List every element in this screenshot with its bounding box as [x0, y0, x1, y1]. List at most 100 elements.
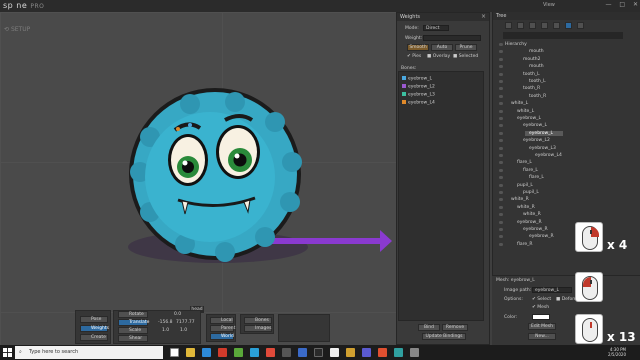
app-icon[interactable]	[362, 348, 371, 357]
selected-checkbox[interactable]: ■ Selected	[453, 54, 478, 59]
visibility-eye-icon[interactable]	[499, 228, 503, 231]
visibility-eye-icon[interactable]	[499, 43, 503, 46]
scale-x[interactable]: 1.0	[162, 328, 169, 333]
visibility-eye-icon[interactable]	[499, 235, 503, 239]
scale-y[interactable]: 1.0	[180, 328, 187, 333]
visibility-eye-icon[interactable]	[499, 220, 503, 224]
visibility-eye-icon[interactable]	[499, 183, 503, 187]
tree-node[interactable]: eyebrow_L	[523, 123, 547, 128]
local-axis[interactable]: Local	[210, 317, 234, 324]
tree-node[interactable]: white_L	[517, 109, 534, 114]
parent-axis[interactable]: Parent	[210, 325, 235, 332]
store-icon[interactable]	[234, 348, 243, 357]
tree-node[interactable]: tooth_L	[523, 72, 540, 77]
edge-icon[interactable]	[202, 348, 211, 357]
constraint-filter-icon[interactable]	[541, 22, 548, 29]
visibility-eye-icon[interactable]	[499, 139, 503, 143]
skeleton-canvas[interactable]	[0, 12, 396, 345]
tree-node[interactable]: pupil_L	[517, 183, 533, 188]
visibility-eye-icon[interactable]	[499, 124, 503, 128]
translate-tool[interactable]: Translate	[118, 319, 149, 326]
visibility-eye-icon[interactable]	[499, 161, 503, 165]
visibility-eye-icon[interactable]	[499, 205, 503, 209]
visibility-eye-icon[interactable]	[499, 65, 503, 69]
tree-node[interactable]: eyebrow_L2	[523, 138, 550, 143]
update-bindings-button[interactable]: Update Bindings	[422, 333, 466, 340]
app-icon[interactable]	[314, 348, 323, 357]
tree-node[interactable]: mouth	[529, 64, 544, 69]
tree-node[interactable]: mouth2	[523, 57, 540, 62]
tree-node[interactable]: Hierarchy	[505, 42, 527, 47]
rotate-tool[interactable]: Rotate	[118, 311, 148, 318]
visibility-eye-icon[interactable]	[499, 198, 503, 202]
weight-slider[interactable]	[423, 35, 481, 41]
tree-node[interactable]: white_L	[511, 101, 528, 106]
visibility-eye-icon[interactable]	[499, 213, 503, 217]
chrome-icon[interactable]	[266, 348, 275, 357]
close-icon[interactable]: ×	[481, 13, 486, 21]
view-menu[interactable]: View	[543, 2, 555, 8]
bones-option[interactable]: Bones	[244, 317, 272, 324]
visibility-eye-icon[interactable]	[499, 131, 503, 135]
system-clock[interactable]: 4:30 PM 2/5/2020	[608, 347, 626, 357]
select-checkbox[interactable]: ✔ Select	[532, 297, 551, 302]
mesh-checkbox[interactable]: ✔ Mesh	[532, 305, 549, 310]
visibility-eye-icon[interactable]	[499, 109, 503, 113]
visibility-eye-icon[interactable]	[499, 242, 503, 246]
tree-node[interactable]: tooth_L	[529, 79, 546, 84]
overlay-checkbox[interactable]: ■ Overlay	[427, 54, 450, 59]
visibility-eye-icon[interactable]	[499, 168, 503, 172]
visibility-eye-icon[interactable]	[499, 94, 503, 98]
office-icon[interactable]	[218, 348, 227, 357]
skin-filter-icon[interactable]	[553, 22, 560, 29]
new-button[interactable]: New...	[528, 333, 556, 340]
maximize-button[interactable]: □	[619, 1, 625, 8]
world-axis[interactable]: World	[210, 333, 234, 340]
app-icon[interactable]	[250, 348, 259, 357]
visibility-eye-icon[interactable]	[499, 50, 503, 54]
tree-node[interactable]: flare_L	[529, 175, 544, 180]
tree-node[interactable]: eyebrow_R	[529, 234, 554, 239]
spine-taskbar-icon[interactable]	[282, 348, 291, 357]
tree-node[interactable]: tooth_R	[523, 86, 540, 91]
image-path-field[interactable]: eyebrow_L	[532, 287, 572, 293]
app-icon[interactable]	[410, 348, 419, 357]
translate-y[interactable]: 7177.77	[176, 320, 195, 325]
mesh-filter-icon[interactable]	[565, 22, 572, 29]
bone-item[interactable]: eyebrow_L3	[402, 92, 435, 98]
close-button[interactable]: ✕	[633, 1, 638, 8]
task-view-icon[interactable]	[170, 348, 179, 357]
app-icon[interactable]	[298, 348, 307, 357]
tree-node[interactable]: eyebrow_L	[525, 130, 563, 136]
taskbar-search-input[interactable]: ⌕ Type here to search	[15, 346, 163, 359]
bone-item[interactable]: eyebrow_L2	[402, 84, 435, 90]
pose-tool[interactable]: Pose	[80, 316, 108, 323]
tree-node[interactable]: flare_L	[517, 160, 532, 165]
tree-node[interactable]: tooth_R	[529, 94, 546, 99]
pies-checkbox[interactable]: ✔ Pies	[407, 54, 421, 59]
app-icon[interactable]	[378, 348, 387, 357]
windows-start-icon[interactable]	[3, 348, 12, 357]
scale-tool[interactable]: Scale	[118, 327, 148, 334]
bone-item[interactable]: eyebrow_L4	[402, 100, 435, 106]
tree-node[interactable]: white_R	[523, 212, 541, 217]
tree-node[interactable]: pupil_L	[523, 190, 539, 195]
attachment-filter-icon[interactable]	[529, 22, 536, 29]
visibility-eye-icon[interactable]	[499, 191, 503, 194]
translate-x[interactable]: -156.8	[158, 320, 173, 325]
visibility-eye-icon[interactable]	[499, 117, 503, 120]
edit-mesh-button[interactable]: Edit Mesh	[528, 323, 556, 330]
tree-node[interactable]: eyebrow_R	[517, 220, 542, 225]
bone-filter-icon[interactable]	[505, 22, 512, 29]
tree-node[interactable]: flare_L	[523, 168, 538, 173]
event-filter-icon[interactable]	[577, 22, 584, 29]
mode-select[interactable]: Direct	[423, 25, 449, 31]
bone-item[interactable]: eyebrow_L	[402, 76, 432, 82]
auto-button[interactable]: Auto	[431, 44, 453, 51]
visibility-eye-icon[interactable]	[499, 57, 503, 61]
tree-node[interactable]: eyebrow_L3	[529, 146, 556, 151]
remove-button[interactable]: Remove	[442, 324, 468, 331]
minimize-button[interactable]: —	[605, 1, 611, 8]
tree-node[interactable]: mouth	[529, 49, 544, 54]
tree-node[interactable]: flare_R	[517, 242, 533, 247]
